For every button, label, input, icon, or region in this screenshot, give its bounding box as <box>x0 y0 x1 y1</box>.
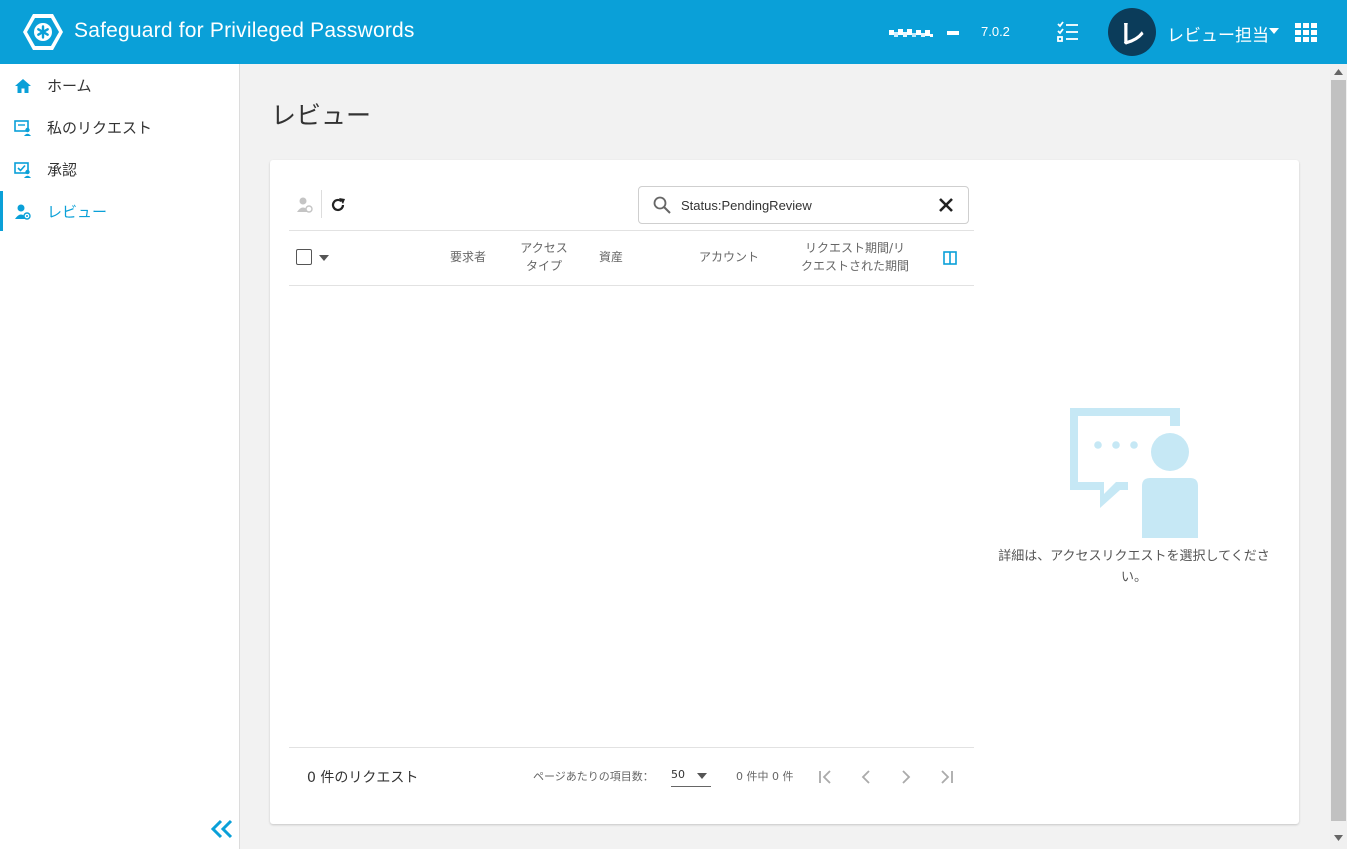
last-page-icon[interactable] <box>937 768 955 786</box>
table-top-divider <box>289 230 974 231</box>
previous-page-icon[interactable] <box>857 768 875 786</box>
column-header-requester[interactable]: 要求者 <box>448 248 488 266</box>
caret-down-icon[interactable] <box>319 255 329 261</box>
column-picker-icon[interactable] <box>943 251 957 265</box>
my-requests-icon <box>14 120 31 136</box>
sidebar-item-my-requests[interactable]: 私のリクエスト <box>0 107 239 147</box>
safeguard-logo-icon[interactable] <box>22 12 64 52</box>
caret-down-icon <box>697 773 707 779</box>
sidebar: ホーム 私のリクエスト 承認 レビュー <box>0 64 240 849</box>
per-page-select[interactable]: 50 <box>671 766 711 787</box>
tasks-list-icon[interactable] <box>1056 20 1080 44</box>
search-box[interactable] <box>638 186 969 224</box>
top-bar: Safeguard for Privileged Passwords 7.0.2… <box>0 0 1347 64</box>
home-icon <box>15 79 31 93</box>
close-icon[interactable] <box>938 197 954 213</box>
scroll-down-icon[interactable] <box>1334 835 1343 841</box>
sidebar-item-review[interactable]: レビュー <box>0 191 239 231</box>
scroll-up-icon[interactable] <box>1334 69 1343 75</box>
first-page-icon[interactable] <box>817 768 835 786</box>
page-title: レビュー <box>271 101 372 130</box>
empty-detail-message: 詳細は、アクセスリクエストを選択してください。 <box>998 549 1270 585</box>
pixel-logo-icon <box>889 29 959 37</box>
caret-down-icon[interactable] <box>1269 28 1279 34</box>
column-header-asset[interactable]: 資産 <box>596 248 626 266</box>
avatar[interactable]: レ <box>1108 8 1156 56</box>
approval-icon <box>14 162 31 178</box>
table-header-divider <box>289 285 974 286</box>
app-title: Safeguard for Privileged Passwords <box>74 19 415 42</box>
sidebar-item-approvals[interactable]: 承認 <box>0 149 239 189</box>
next-page-icon[interactable] <box>897 768 915 786</box>
sidebar-item-home[interactable]: ホーム <box>0 65 239 105</box>
per-page-label: ページあたりの項目数： <box>533 770 654 783</box>
table-footer-divider <box>289 747 974 748</box>
review-user-icon <box>297 197 313 213</box>
request-count: 0 件のリクエスト <box>307 770 419 786</box>
search-icon <box>653 196 671 214</box>
select-all-checkbox[interactable] <box>296 249 312 265</box>
apps-grid-icon[interactable] <box>1295 23 1317 42</box>
version-label: 7.0.2 <box>981 24 1010 39</box>
scrollbar-thumb[interactable] <box>1331 80 1346 821</box>
sidebar-item-label: 私のリクエスト <box>47 119 153 137</box>
chat-person-illustration <box>1070 408 1198 538</box>
toolbar-divider <box>321 190 322 218</box>
review-icon <box>15 204 31 220</box>
page-range: 0 件中 0 件 <box>736 770 794 783</box>
user-menu[interactable]: レビュー担当 <box>1167 21 1269 46</box>
double-chevron-left-icon[interactable] <box>210 818 234 840</box>
sidebar-item-label: ホーム <box>47 77 92 95</box>
search-input[interactable] <box>681 193 921 217</box>
refresh-icon[interactable] <box>329 196 347 214</box>
sidebar-item-label: レビュー <box>47 203 108 221</box>
sidebar-item-label: 承認 <box>47 161 78 179</box>
per-page-value: 50 <box>671 768 685 781</box>
column-header-access-type[interactable]: アクセス タイプ <box>514 239 574 275</box>
column-header-account[interactable]: アカウント <box>695 248 763 266</box>
column-header-request-period[interactable]: リクエスト期間/リ クエストされた期間 <box>796 239 914 275</box>
